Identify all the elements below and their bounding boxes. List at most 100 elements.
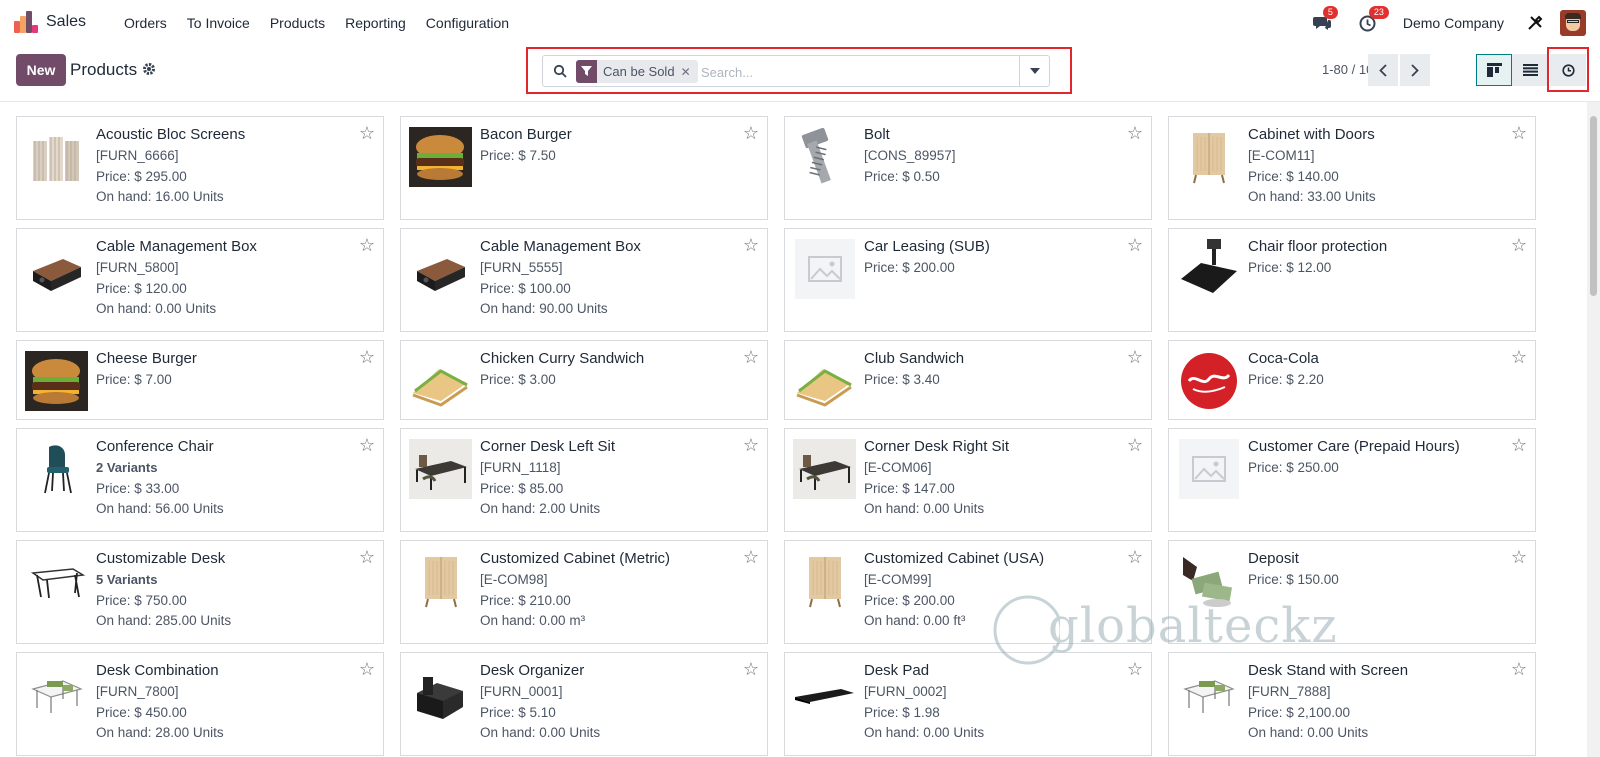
product-card[interactable]: Customized Cabinet (Metric) [E-COM98] Pric… <box>400 540 768 644</box>
product-card[interactable]: Bolt [CONS_89957] Price: $ 0.50 ☆ <box>784 116 1152 220</box>
scrollbar[interactable] <box>1587 102 1600 757</box>
favorite-star-icon[interactable]: ☆ <box>1127 436 1143 454</box>
favorite-star-icon[interactable]: ☆ <box>359 548 375 566</box>
product-on-hand: On hand: 0.00 Units <box>864 725 985 740</box>
favorite-star-icon[interactable]: ☆ <box>743 236 759 254</box>
product-info: Chair floor protection Price: $ 12.00 <box>1248 237 1505 279</box>
messages-button[interactable]: 5 <box>1311 6 1338 34</box>
favorite-star-icon[interactable]: ☆ <box>1511 548 1527 566</box>
favorite-star-icon[interactable]: ☆ <box>743 348 759 366</box>
product-info: Desk Stand with Screen [FURN_7888] Price: … <box>1248 661 1505 744</box>
product-on-hand: On hand: 0.00 ft³ <box>864 613 966 628</box>
gear-icon[interactable] <box>142 62 156 79</box>
list-view-button[interactable] <box>1512 54 1548 86</box>
search-bar: Can be Sold ✕ <box>542 55 1050 87</box>
favorite-star-icon[interactable]: ☆ <box>743 124 759 142</box>
favorite-star-icon[interactable]: ☆ <box>1511 660 1527 678</box>
product-card[interactable]: Customized Cabinet (USA) [E-COM99] Price: … <box>784 540 1152 644</box>
product-info: Chicken Curry Sandwich Price: $ 3.00 <box>480 349 737 391</box>
product-price: Price: $ 450.00 <box>96 704 187 720</box>
menu-to-invoice[interactable]: To Invoice <box>187 15 250 31</box>
product-variants: 5 Variants <box>96 572 158 587</box>
product-card[interactable]: Deposit Price: $ 150.00 ☆ <box>1168 540 1536 644</box>
favorite-star-icon[interactable]: ☆ <box>1511 348 1527 366</box>
activity-view-button[interactable] <box>1550 54 1586 86</box>
product-card[interactable]: Cabinet with Doors [E-COM11] Price: $ 140.… <box>1168 116 1536 220</box>
product-card[interactable]: Customer Care (Prepaid Hours) Price: $ 25… <box>1168 428 1536 532</box>
product-image <box>25 349 88 412</box>
product-info: Corner Desk Left Sit [FURN_1118] Price: $ … <box>480 437 737 520</box>
favorite-star-icon[interactable]: ☆ <box>743 660 759 678</box>
product-card[interactable]: Cheese Burger Price: $ 7.00 ☆ <box>16 340 384 420</box>
product-card[interactable]: Desk Stand with Screen [FURN_7888] Price: … <box>1168 652 1536 756</box>
product-name: Customized Cabinet (Metric) <box>480 550 671 567</box>
menu-orders[interactable]: Orders <box>124 15 167 31</box>
favorite-star-icon[interactable]: ☆ <box>743 548 759 566</box>
product-info: Bacon Burger Price: $ 7.50 <box>480 125 737 167</box>
favorite-star-icon[interactable]: ☆ <box>1127 236 1143 254</box>
product-reference: [FURN_0001] <box>480 684 563 699</box>
activities-button[interactable]: 23 <box>1357 6 1389 34</box>
favorite-star-icon[interactable]: ☆ <box>1511 236 1527 254</box>
product-card[interactable]: Acoustic Bloc Screens [FURN_6666] Price: $… <box>16 116 384 220</box>
pager-next-button[interactable] <box>1400 54 1430 86</box>
product-card[interactable]: Desk Combination [FURN_7800] Price: $ 450.… <box>16 652 384 756</box>
pager-previous-button[interactable] <box>1368 54 1398 86</box>
favorite-star-icon[interactable]: ☆ <box>359 348 375 366</box>
favorite-star-icon[interactable]: ☆ <box>1127 348 1143 366</box>
product-card[interactable]: Customizable Desk 5 Variants Price: $ 750.… <box>16 540 384 644</box>
user-avatar[interactable] <box>1560 10 1586 36</box>
favorite-star-icon[interactable]: ☆ <box>1127 548 1143 566</box>
menu-configuration[interactable]: Configuration <box>426 15 509 31</box>
product-card[interactable]: Conference Chair 2 Variants Price: $ 33.00… <box>16 428 384 532</box>
menu-products[interactable]: Products <box>270 15 325 31</box>
product-card[interactable]: Desk Pad [FURN_0002] Price: $ 1.98 On hand:… <box>784 652 1152 756</box>
remove-filter-icon[interactable]: ✕ <box>681 65 698 79</box>
favorite-star-icon[interactable]: ☆ <box>743 436 759 454</box>
product-card[interactable]: Bacon Burger Price: $ 7.50 ☆ <box>400 116 768 220</box>
product-info: Club Sandwich Price: $ 3.40 <box>864 349 1121 391</box>
sales-app-logo[interactable] <box>14 11 38 33</box>
product-card[interactable]: Club Sandwich Price: $ 3.40 ☆ <box>784 340 1152 420</box>
product-info: Car Leasing (SUB) Price: $ 200.00 <box>864 237 1121 279</box>
product-image <box>793 661 856 724</box>
search-options-toggle[interactable] <box>1019 56 1049 86</box>
app-name[interactable]: Sales <box>46 13 86 31</box>
product-card[interactable]: Coca-Cola Price: $ 2.20 ☆ <box>1168 340 1536 420</box>
filter-facet: Can be Sold ✕ <box>576 60 698 83</box>
new-button[interactable]: New <box>16 54 66 86</box>
company-switcher[interactable]: Demo Company <box>1403 15 1504 31</box>
product-name: Desk Organizer <box>480 662 585 679</box>
product-on-hand: On hand: 90.00 Units <box>480 301 608 316</box>
favorite-star-icon[interactable]: ☆ <box>359 236 375 254</box>
product-card[interactable]: Chicken Curry Sandwich Price: $ 3.00 ☆ <box>400 340 768 420</box>
scrollbar-thumb[interactable] <box>1590 116 1597 296</box>
list-icon <box>1522 64 1538 76</box>
debug-tools-button[interactable] <box>1524 12 1546 34</box>
product-card[interactable]: Car Leasing (SUB) Price: $ 200.00 ☆ <box>784 228 1152 332</box>
favorite-star-icon[interactable]: ☆ <box>359 436 375 454</box>
product-card[interactable]: Desk Organizer [FURN_0001] Price: $ 5.10 On… <box>400 652 768 756</box>
menu-reporting[interactable]: Reporting <box>345 15 406 31</box>
product-info: Bolt [CONS_89957] Price: $ 0.50 <box>864 125 1121 187</box>
favorite-star-icon[interactable]: ☆ <box>359 660 375 678</box>
search-input[interactable] <box>701 61 1011 83</box>
product-card[interactable]: Corner Desk Left Sit [FURN_1118] Price: $ … <box>400 428 768 532</box>
product-variants: 2 Variants <box>96 460 158 475</box>
favorite-star-icon[interactable]: ☆ <box>1511 436 1527 454</box>
kanban-icon <box>1486 63 1502 77</box>
favorite-star-icon[interactable]: ☆ <box>1127 124 1143 142</box>
product-card[interactable]: Corner Desk Right Sit [E-COM06] Price: $ 1… <box>784 428 1152 532</box>
page-title: Products <box>70 60 138 79</box>
search-icon[interactable] <box>553 64 567 78</box>
favorite-star-icon[interactable]: ☆ <box>359 124 375 142</box>
favorite-star-icon[interactable]: ☆ <box>1511 124 1527 142</box>
product-info: Deposit Price: $ 150.00 <box>1248 549 1505 591</box>
product-card[interactable]: Chair floor protection Price: $ 12.00 ☆ <box>1168 228 1536 332</box>
product-card[interactable]: Cable Management Box [FURN_5555] Price: $ … <box>400 228 768 332</box>
product-info: Customizable Desk 5 Variants Price: $ 750.… <box>96 549 353 632</box>
product-card[interactable]: Cable Management Box [FURN_5800] Price: $ … <box>16 228 384 332</box>
kanban-view-button[interactable] <box>1476 54 1512 86</box>
favorite-star-icon[interactable]: ☆ <box>1127 660 1143 678</box>
product-name: Customized Cabinet (USA) <box>864 550 1045 567</box>
